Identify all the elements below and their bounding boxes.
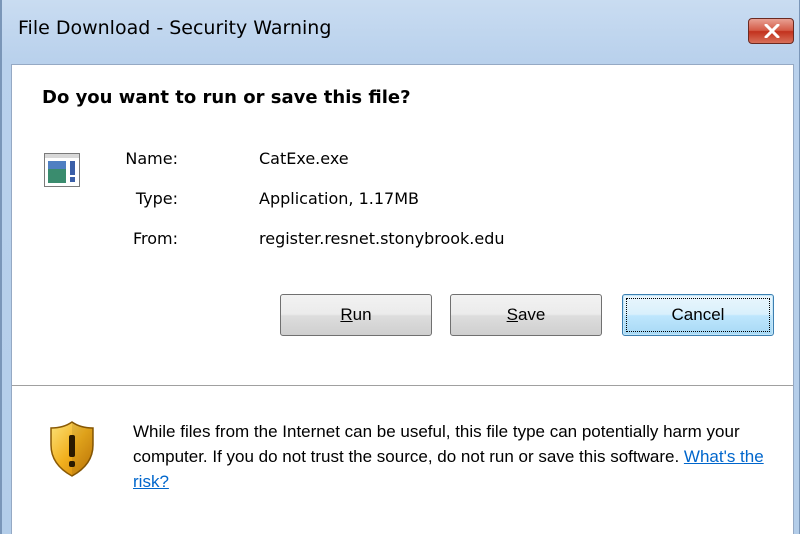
warning-text: While files from the Internet can be use…: [133, 422, 740, 466]
run-accelerator: R: [340, 305, 353, 324]
cancel-button[interactable]: Cancel: [622, 294, 774, 336]
file-type-value: Application, 1.17MB: [259, 189, 419, 208]
file-source-row: From: register.resnet.stonybrook.edu: [12, 229, 712, 255]
title-bar[interactable]: File Download - Security Warning: [2, 0, 800, 64]
close-icon: [764, 24, 780, 38]
download-dialog: File Download - Security Warning Do you …: [0, 0, 800, 534]
dialog-question: Do you want to run or save this file?: [42, 87, 411, 108]
name-label: Name:: [125, 149, 178, 168]
file-name-value: CatExe.exe: [259, 149, 349, 168]
from-label: From:: [132, 229, 178, 248]
file-type-row: Type: Application, 1.17MB: [12, 189, 712, 215]
save-button[interactable]: Save: [450, 294, 602, 336]
shield-warning-icon: [50, 421, 94, 477]
save-label-rest: ave: [517, 305, 546, 324]
run-label-rest: un: [352, 305, 372, 324]
file-name-row: Name: CatExe.exe: [12, 149, 712, 175]
separator: [12, 385, 793, 386]
security-warning-message: While files from the Internet can be use…: [133, 419, 783, 494]
focus-rectangle: [626, 298, 770, 332]
close-button[interactable]: [748, 18, 794, 44]
file-source-value: register.resnet.stonybrook.edu: [259, 229, 505, 248]
type-label: Type:: [135, 189, 178, 208]
window-title: File Download - Security Warning: [18, 17, 332, 39]
save-accelerator: S: [506, 305, 518, 324]
run-button[interactable]: Run: [280, 294, 432, 336]
dialog-body: Do you want to run or save this file? Na…: [11, 64, 794, 534]
